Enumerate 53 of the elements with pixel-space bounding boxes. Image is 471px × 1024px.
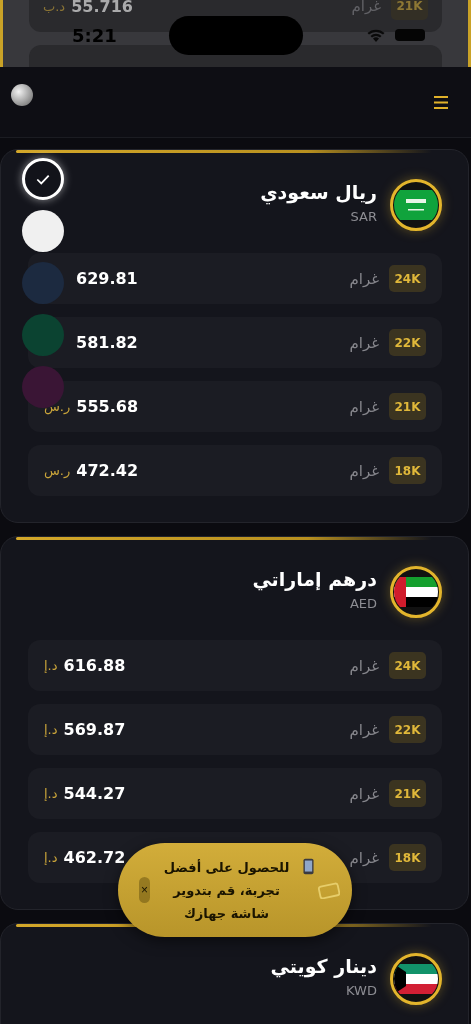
- karat-badge: 18K: [389, 844, 426, 871]
- flag-icon: [390, 566, 442, 618]
- karat-badge: 22K: [389, 329, 426, 356]
- unit-label: غرام: [351, 0, 381, 15]
- price-value: 55.716: [71, 0, 133, 16]
- price-value: 629.81: [76, 269, 138, 288]
- status-time: 5:21: [72, 24, 117, 46]
- currency-name: دينار كويتي: [270, 955, 377, 977]
- karat-badge: 24K: [389, 652, 426, 679]
- currency-code: AED: [348, 596, 377, 611]
- currency-label: د.إ: [44, 722, 58, 737]
- tablet-icon: [318, 881, 340, 899]
- price-value: 462.72: [63, 848, 126, 867]
- price-value: 569.87: [63, 720, 126, 739]
- unit-label: غرام: [349, 269, 379, 288]
- price-value: 555.68: [76, 397, 139, 416]
- unit-label: غرام: [349, 333, 379, 352]
- battery-icon: [395, 29, 425, 41]
- coin-logo-icon[interactable]: [11, 84, 33, 106]
- price-value: 616.88: [63, 656, 126, 675]
- currency-name: درهم إماراتي: [252, 568, 377, 590]
- check-icon: [36, 173, 50, 185]
- currency-label: د.إ: [44, 850, 58, 865]
- unit-label: غرام: [349, 848, 379, 867]
- unit-label: غرام: [349, 461, 379, 480]
- toast-message: للحصول على أفضل تجربة، قم بتدوير شاشة جهازك: [162, 858, 291, 923]
- flag-icon: [390, 953, 442, 1005]
- currency-label: د.إ: [44, 786, 58, 801]
- price-value: 581.82: [76, 333, 138, 352]
- wifi-icon: [366, 27, 386, 43]
- currency-label: ر.س: [44, 463, 71, 478]
- close-button[interactable]: ×: [139, 877, 150, 903]
- karat-badge: 18K: [389, 457, 426, 484]
- karat-badge: 22K: [389, 716, 426, 743]
- karat-badge: 21K: [389, 393, 426, 420]
- price-value: 544.27: [63, 784, 126, 803]
- currency-label: د.ب: [43, 0, 66, 14]
- price-value: 472.42: [76, 461, 139, 480]
- currency-code: SAR: [349, 209, 377, 224]
- unit-label: غرام: [349, 656, 379, 675]
- karat-badge: 24K: [389, 265, 426, 292]
- currency-code: KWD: [345, 983, 377, 998]
- currency-name: ريال سعودي: [260, 181, 377, 203]
- unit-label: غرام: [349, 720, 379, 739]
- flag-icon: [390, 179, 442, 231]
- unit-label: غرام: [349, 397, 379, 416]
- karat-badge: 21K: [391, 0, 428, 20]
- unit-label: غرام: [349, 784, 379, 803]
- karat-badge: 21K: [389, 780, 426, 807]
- phone-icon: [303, 858, 314, 875]
- currency-label: ر.س: [44, 399, 71, 414]
- currency-label: د.إ: [44, 658, 58, 673]
- menu-icon[interactable]: [434, 95, 448, 109]
